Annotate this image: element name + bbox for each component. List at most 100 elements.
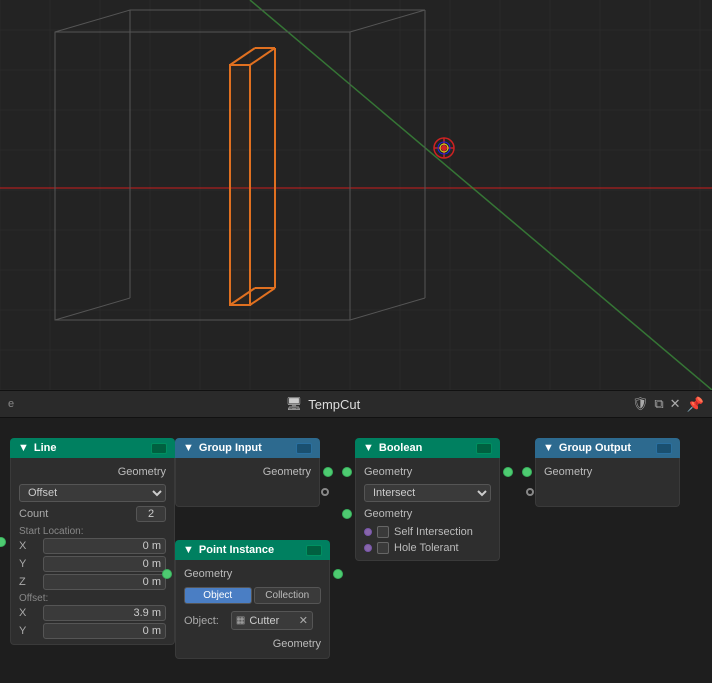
node-line-count-value[interactable]: 2 — [136, 506, 166, 522]
node-bool-geom-in-socket — [342, 467, 352, 477]
filename: TempCut — [308, 397, 360, 412]
node-line-ox-row: X 3.9 m — [11, 604, 174, 622]
node-group-input-header[interactable]: ▼ Group Input — [175, 438, 320, 458]
node-pi-icon — [306, 545, 322, 556]
node-line-oy-value[interactable]: 0 m — [43, 623, 166, 639]
node-pi-header[interactable]: ▼ Point Instance — [175, 540, 330, 560]
node-editor[interactable]: ▼ Line Geometry Offset Count 2 — [0, 418, 712, 683]
node-gi-body: Geometry — [175, 458, 320, 507]
node-bool-ht-checkbox[interactable] — [377, 542, 389, 554]
node-group-output: ▼ Group Output Geometry — [535, 438, 680, 507]
node-gi-geometry-row: Geometry — [176, 462, 319, 482]
node-pi-object-label: Object: — [184, 615, 219, 627]
node-line-icon — [151, 443, 167, 454]
node-go-body: Geometry — [535, 458, 680, 507]
node-go-header[interactable]: ▼ Group Output — [535, 438, 680, 458]
node-pi-toggle-group: Object Collection — [176, 584, 329, 607]
node-line-count-row: Count 2 — [11, 504, 174, 524]
node-line-oy-row: Y 0 m — [11, 622, 174, 640]
node-line-count-label: Count — [19, 508, 132, 520]
node-bool-icon — [476, 443, 492, 454]
node-gi-triangle: ▼ — [183, 442, 194, 454]
node-boolean: ▼ Boolean Geometry Intersect Geome — [355, 438, 500, 561]
node-point-instance: ▼ Point Instance Geometry Object Collect… — [175, 540, 330, 659]
node-go-extra-socket — [526, 488, 534, 496]
node-line-x-row: X 0 m — [11, 537, 174, 555]
node-go-extra-row — [536, 482, 679, 502]
node-gi-icon — [296, 443, 312, 454]
node-pi-object-row: Object: ▦ Cutter ✕ — [184, 609, 321, 632]
node-go-icon — [656, 443, 672, 454]
node-pi-object-value: Cutter — [249, 615, 294, 627]
pin-button[interactable]: 📌 — [687, 396, 704, 413]
node-line-ox-label: X — [19, 607, 39, 619]
node-bool-ht-socket — [364, 544, 372, 552]
node-line-z-row: Z 0 m — [11, 573, 174, 591]
left-edge-label: e — [8, 398, 14, 410]
node-line-offset-row: Offset — [11, 482, 174, 504]
node-bool-geom-in-label: Geometry — [364, 466, 491, 478]
viewport-grid — [0, 0, 712, 390]
render-icon: 🖥 — [286, 396, 303, 412]
node-line-header[interactable]: ▼ Line — [10, 438, 175, 458]
node-pi-geom-in-socket — [162, 569, 172, 579]
node-bool-geom-out-row: Geometry — [356, 504, 499, 524]
node-gi-geometry-socket-out — [323, 467, 333, 477]
node-line-title: Line — [34, 442, 57, 454]
node-line: ▼ Line Geometry Offset Count 2 — [10, 438, 175, 645]
node-bool-title: Boolean — [379, 442, 422, 454]
node-line-triangle: ▼ — [18, 442, 29, 454]
node-line-z-label: Z — [19, 576, 39, 588]
node-group-input: ▼ Group Input Geometry — [175, 438, 320, 507]
node-bool-intersect-select[interactable]: Intersect — [364, 484, 491, 502]
node-line-geometry-label: Geometry — [19, 466, 166, 478]
node-line-ox-value[interactable]: 3.9 m — [43, 605, 166, 621]
node-bool-geom-out-socket — [503, 467, 513, 477]
node-line-z-value[interactable]: 0 m — [43, 574, 166, 590]
node-line-startloc-label: Start Location: — [11, 524, 174, 537]
node-line-y-value[interactable]: 0 m — [43, 556, 166, 572]
node-pi-triangle: ▼ — [183, 544, 194, 556]
node-pi-collection-toggle[interactable]: Collection — [254, 587, 322, 604]
node-bool-self-intersect-row: Self Intersection — [356, 524, 499, 540]
node-pi-geom-out-socket — [333, 569, 343, 579]
node-go-title: Group Output — [559, 442, 631, 454]
node-bool-body: Geometry Intersect Geometry Self Interse… — [355, 458, 500, 561]
node-line-x-value[interactable]: 0 m — [43, 538, 166, 554]
node-bool-si-label: Self Intersection — [394, 526, 473, 538]
node-pi-geom-out-label: Geometry — [184, 638, 321, 650]
node-bool-intersect-row: Intersect — [356, 482, 499, 504]
shield-icon: 🛡 — [632, 396, 649, 412]
node-go-triangle: ▼ — [543, 442, 554, 454]
close-button[interactable]: ✕ — [670, 396, 681, 412]
node-bool-si-socket — [364, 528, 372, 536]
node-boolean-header[interactable]: ▼ Boolean — [355, 438, 500, 458]
node-bool-geom-out-socket2 — [342, 509, 352, 519]
node-pi-geom-out-row: Geometry — [176, 634, 329, 654]
node-pi-object-field[interactable]: ▦ Cutter ✕ — [231, 611, 313, 630]
node-line-geometry-row: Geometry — [11, 462, 174, 482]
3d-viewport[interactable] — [0, 0, 712, 390]
node-line-y-label: Y — [19, 558, 39, 570]
node-pi-geom-row: Geometry — [176, 564, 329, 584]
node-pi-object-toggle[interactable]: Object — [184, 587, 252, 604]
node-line-x-label: X — [19, 540, 39, 552]
node-line-y-row: Y 0 m — [11, 555, 174, 573]
node-bool-triangle: ▼ — [363, 442, 374, 454]
node-pi-object-field-wrapper: Object: ▦ Cutter ✕ — [176, 607, 329, 634]
node-line-oy-label: Y — [19, 625, 39, 637]
node-line-body: Geometry Offset Count 2 Start Location: … — [10, 458, 175, 645]
node-pi-object-clear[interactable]: ✕ — [299, 614, 308, 627]
node-go-geom-label: Geometry — [544, 466, 671, 478]
node-go-geometry-row: Geometry — [536, 462, 679, 482]
node-gi-geometry-label: Geometry — [184, 466, 311, 478]
node-pi-geom-in-label: Geometry — [184, 568, 321, 580]
node-bool-si-checkbox[interactable] — [377, 526, 389, 538]
node-line-offset-select[interactable]: Offset — [19, 484, 166, 502]
header-bar: e 🖥 TempCut 🛡 ⧉ ✕ 📌 — [0, 390, 712, 418]
node-line-offset-section-label: Offset: — [11, 591, 174, 604]
node-pi-body: Geometry Object Collection Object: ▦ Cut… — [175, 560, 330, 659]
node-bool-ht-label: Hole Tolerant — [394, 542, 459, 554]
node-gi-extra-row — [176, 482, 319, 502]
node-pi-mesh-icon: ▦ — [236, 615, 245, 626]
